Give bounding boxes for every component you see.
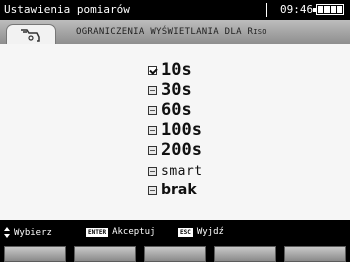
status-bar: Ustawienia pomiarów 09:46 xyxy=(0,0,350,20)
checkbox-icon[interactable] xyxy=(148,167,157,176)
page-title-text: OGRANICZENIA WYŚWIETLANIA DLA R xyxy=(76,27,254,37)
menu-header: OGRANICZENIA WYŚWIETLANIA DLA RISO xyxy=(0,20,350,45)
checkbox-icon[interactable] xyxy=(148,146,157,155)
checkbox-icon[interactable] xyxy=(148,186,157,195)
probe-clip-icon xyxy=(21,29,40,42)
screen-title: Ustawienia pomiarów xyxy=(4,3,130,16)
option-label: brak xyxy=(161,182,197,198)
hint-select-label: Wybierz xyxy=(14,227,52,238)
f3-button[interactable] xyxy=(144,246,206,262)
esc-key-icon: ESC xyxy=(178,227,193,237)
option-60s[interactable]: 60s xyxy=(148,102,192,119)
enter-key-icon: ENTER xyxy=(86,227,109,237)
f4-button[interactable] xyxy=(214,246,276,262)
option-label: smart xyxy=(161,164,203,179)
option-label: 60s xyxy=(161,100,192,120)
battery-icon xyxy=(313,4,344,15)
checkbox-icon[interactable] xyxy=(148,86,157,95)
clock: 09:46 xyxy=(280,3,314,16)
f2-button[interactable] xyxy=(74,246,136,262)
page-title: OGRANICZENIA WYŚWIETLANIA DLA RISO xyxy=(76,27,346,37)
option-label: 200s xyxy=(161,140,202,160)
option-200s[interactable]: 200s xyxy=(148,142,202,159)
hint-accept: ENTER Akceptuj xyxy=(86,227,155,237)
page-title-subscript: ISO xyxy=(253,28,267,36)
up-down-arrows-icon xyxy=(4,227,10,238)
status-divider xyxy=(266,3,267,17)
checkbox-icon[interactable] xyxy=(148,106,157,115)
option-10s[interactable]: 10s xyxy=(148,62,192,79)
option-100s[interactable]: 100s xyxy=(148,122,202,139)
hint-exit-label: Wyjdź xyxy=(196,227,224,237)
function-keys xyxy=(0,242,350,262)
tool-tab[interactable] xyxy=(6,24,56,44)
option-label: 100s xyxy=(161,120,202,140)
checkbox-checked-icon[interactable] xyxy=(148,66,157,75)
hint-bar: Wybierz ENTER Akceptuj ESC Wyjdź xyxy=(0,220,350,242)
f1-button[interactable] xyxy=(4,246,66,262)
f5-button[interactable] xyxy=(284,246,346,262)
options-panel: 10s 30s 60s 100s 200s smart brak xyxy=(0,44,350,220)
hint-exit: ESC Wyjdź xyxy=(178,227,224,237)
option-label: 30s xyxy=(161,80,192,100)
option-30s[interactable]: 30s xyxy=(148,82,192,99)
hint-accept-label: Akceptuj xyxy=(112,227,156,237)
option-smart[interactable]: smart xyxy=(148,163,203,180)
hint-select: Wybierz xyxy=(4,227,52,238)
option-brak[interactable]: brak xyxy=(148,182,197,199)
checkbox-icon[interactable] xyxy=(148,126,157,135)
option-label: 10s xyxy=(161,60,192,80)
